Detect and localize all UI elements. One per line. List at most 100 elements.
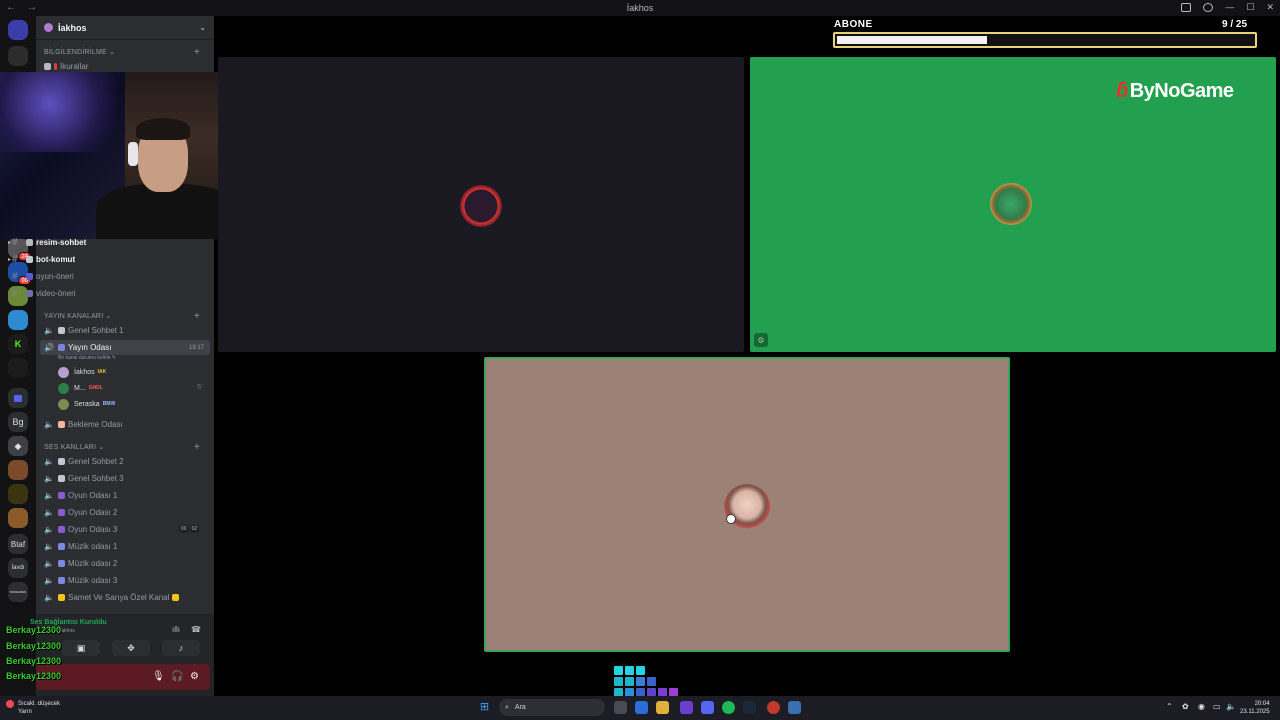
channel-label: Müzik odası 3 bbox=[68, 576, 118, 585]
server-icon-9[interactable] bbox=[8, 508, 28, 528]
taskbar-search[interactable]: ⌕ Ara bbox=[499, 699, 605, 716]
obs-icon[interactable] bbox=[767, 701, 780, 714]
follower-alert: Berkay12300 bbox=[6, 671, 62, 681]
channel-video-oneri[interactable]: # video-öneri bbox=[4, 286, 174, 301]
video-tile-1[interactable] bbox=[218, 57, 744, 352]
clock-time: 20:04 bbox=[1254, 701, 1270, 707]
spotify-icon[interactable] bbox=[722, 701, 735, 714]
channel-resim-sohbet[interactable]: ▸ # resim-sohbet bbox=[4, 235, 174, 250]
background-light bbox=[0, 72, 125, 152]
server-icon-8[interactable] bbox=[8, 484, 28, 504]
channel-oyun-odasi-1[interactable]: 🔈 Oyun Odası 1 bbox=[40, 488, 210, 503]
channel-genel-sohbet-1[interactable]: 🔈 Genel Sohbet 1 bbox=[40, 323, 210, 338]
server-icon-diamond[interactable]: ◆ bbox=[8, 436, 28, 456]
channel-genel-sohbet-2[interactable]: 🔈 Genel Sohbet 2 bbox=[40, 454, 210, 469]
channel-bekleme[interactable]: 🔈 Bekleme Odası bbox=[40, 417, 210, 432]
server-icon-bg[interactable]: Bg bbox=[8, 412, 28, 432]
server-header[interactable]: İakhos ⌄ bbox=[36, 16, 214, 40]
channel-bot-komut[interactable]: ▸ # bot-komut bbox=[4, 252, 174, 267]
app-icon[interactable] bbox=[680, 701, 693, 714]
brick bbox=[625, 666, 634, 675]
speaker-icon: 🔈 bbox=[44, 420, 54, 429]
channel-label: Yayın Odası bbox=[68, 343, 112, 352]
add-channel-icon[interactable]: + bbox=[194, 311, 200, 322]
channel-yayin-odasi[interactable]: 🔊 Yayın Odası 19:17 bbox=[40, 340, 210, 355]
hash-icon: # bbox=[12, 271, 18, 282]
file-explorer-icon[interactable] bbox=[656, 701, 669, 714]
display-icon[interactable]: ▭ bbox=[1213, 702, 1221, 711]
speaker-emoji-icon bbox=[58, 475, 65, 482]
status-icon bbox=[726, 514, 736, 524]
channel-ozel[interactable]: 🔈 Samet Ve Sarıya Özel Kanal bbox=[40, 590, 210, 605]
chevron-down-icon[interactable]: ⌄ bbox=[199, 23, 206, 32]
server-icon-iavdi[interactable]: İavdı bbox=[8, 558, 28, 578]
channel-oyun-odasi-2[interactable]: 🔈 Oyun Odası 2 bbox=[40, 505, 210, 520]
channel-label: Samet Ve Sarıya Özel Kanal bbox=[68, 593, 170, 602]
sub-goal-fill bbox=[837, 36, 987, 44]
weather-widget[interactable]: Sıcakl. düşecek Yarın bbox=[18, 700, 60, 716]
category-ses[interactable]: SES KANLLARI ⌄ + bbox=[44, 442, 200, 453]
settings-icon[interactable] bbox=[788, 701, 801, 714]
discord-icon[interactable] bbox=[701, 701, 714, 714]
channel-label: bot-komut bbox=[36, 255, 76, 264]
channel-oyun-oneri[interactable]: # oyun-öneri bbox=[4, 269, 174, 284]
muted-mic-icon: ⦸ bbox=[754, 333, 768, 347]
volume-icon[interactable]: 🔈 bbox=[1226, 702, 1236, 711]
add-channel-icon[interactable]: + bbox=[194, 47, 200, 58]
camera-button[interactable]: ▣ bbox=[62, 640, 100, 656]
gear-icon[interactable]: ⚙ bbox=[190, 671, 199, 682]
headphones-icon[interactable]: 🎧 bbox=[171, 671, 183, 682]
server-icon-boradamin[interactable]: ᴮᴼᴿᴬᴰᴬᴹᴵᴺ bbox=[8, 582, 28, 602]
windows-start-icon[interactable]: ⊞ bbox=[478, 701, 491, 714]
gamepad-icon bbox=[26, 273, 33, 280]
disconnect-icon[interactable]: ☎ bbox=[191, 625, 201, 634]
headphones-icon bbox=[128, 142, 138, 166]
folder-icon[interactable] bbox=[8, 388, 28, 408]
channel-muzik-3[interactable]: 🔈 Müzik odası 3 bbox=[40, 573, 210, 588]
network-icon[interactable]: ✿ bbox=[1182, 702, 1189, 711]
channel-status[interactable]: Bir kanal durumu belirle ✎ bbox=[58, 355, 116, 361]
weather-icon bbox=[6, 700, 14, 708]
channel-label: Oyun Odası 2 bbox=[68, 508, 118, 517]
signal-icon[interactable]: ıllı bbox=[172, 625, 180, 634]
video-tile-3[interactable] bbox=[484, 357, 1010, 652]
voice-user[interactable]: Seraska BMW bbox=[58, 397, 115, 411]
logo-mark: ƃ bbox=[1116, 80, 1128, 102]
soundboard-button[interactable]: ♪ bbox=[162, 640, 200, 656]
edge-icon[interactable] bbox=[635, 701, 648, 714]
server-icon-6[interactable] bbox=[8, 358, 28, 378]
add-channel-icon[interactable]: + bbox=[194, 442, 200, 453]
brick bbox=[614, 666, 623, 675]
inbox-icon[interactable] bbox=[1181, 3, 1191, 12]
channel-genel-sohbet-3[interactable]: 🔈 Genel Sohbet 3 bbox=[40, 471, 210, 486]
channel-muzik-1[interactable]: 🔈 Müzik odası 1 bbox=[40, 539, 210, 554]
follower-alert: Berkay12300 bbox=[6, 641, 62, 651]
joystick-icon bbox=[58, 526, 65, 533]
voice-user[interactable]: İakhos IAK bbox=[58, 365, 106, 379]
avatar bbox=[990, 183, 1032, 225]
tray-app-icon[interactable]: ◉ bbox=[1198, 702, 1205, 711]
channel-muzik-2[interactable]: 🔈 Müzik odası 2 bbox=[40, 556, 210, 571]
category-label: BİLGİLENDİRİLME bbox=[44, 49, 107, 56]
help-icon[interactable] bbox=[1203, 3, 1213, 12]
steam-icon[interactable] bbox=[743, 701, 756, 714]
voice-user[interactable]: M... GNDL bbox=[58, 381, 103, 395]
activity-button[interactable]: ✥ bbox=[112, 640, 150, 656]
server-icon-btaf[interactable]: Btaf bbox=[8, 534, 28, 554]
server-icon-discord-home[interactable] bbox=[8, 20, 28, 40]
server-icon-1[interactable] bbox=[8, 46, 28, 66]
server-icon-kick[interactable]: K bbox=[8, 334, 28, 354]
maximize-button[interactable]: ☐ bbox=[1246, 2, 1254, 13]
minimize-button[interactable]: — bbox=[1225, 2, 1234, 13]
server-icon-5[interactable] bbox=[8, 310, 28, 330]
close-button[interactable]: ✕ bbox=[1266, 2, 1274, 13]
window-title: İakhos bbox=[626, 3, 654, 13]
taskbar-clock[interactable]: 20:04 23.11.2025 bbox=[1240, 700, 1270, 716]
server-icon-7[interactable] bbox=[8, 460, 28, 480]
category-yayin[interactable]: YAYIN KANALARI ⌄ + bbox=[44, 311, 200, 322]
category-bilgilendirme[interactable]: BİLGİLENDİRİLME ⌄ + bbox=[44, 47, 200, 58]
taskview-icon[interactable] bbox=[614, 701, 627, 714]
logo-text: ByNoGame bbox=[1129, 80, 1234, 102]
tray-overflow-icon[interactable]: ⌃ bbox=[1166, 702, 1173, 711]
microphone-icon[interactable]: 🎙 bbox=[152, 671, 165, 682]
